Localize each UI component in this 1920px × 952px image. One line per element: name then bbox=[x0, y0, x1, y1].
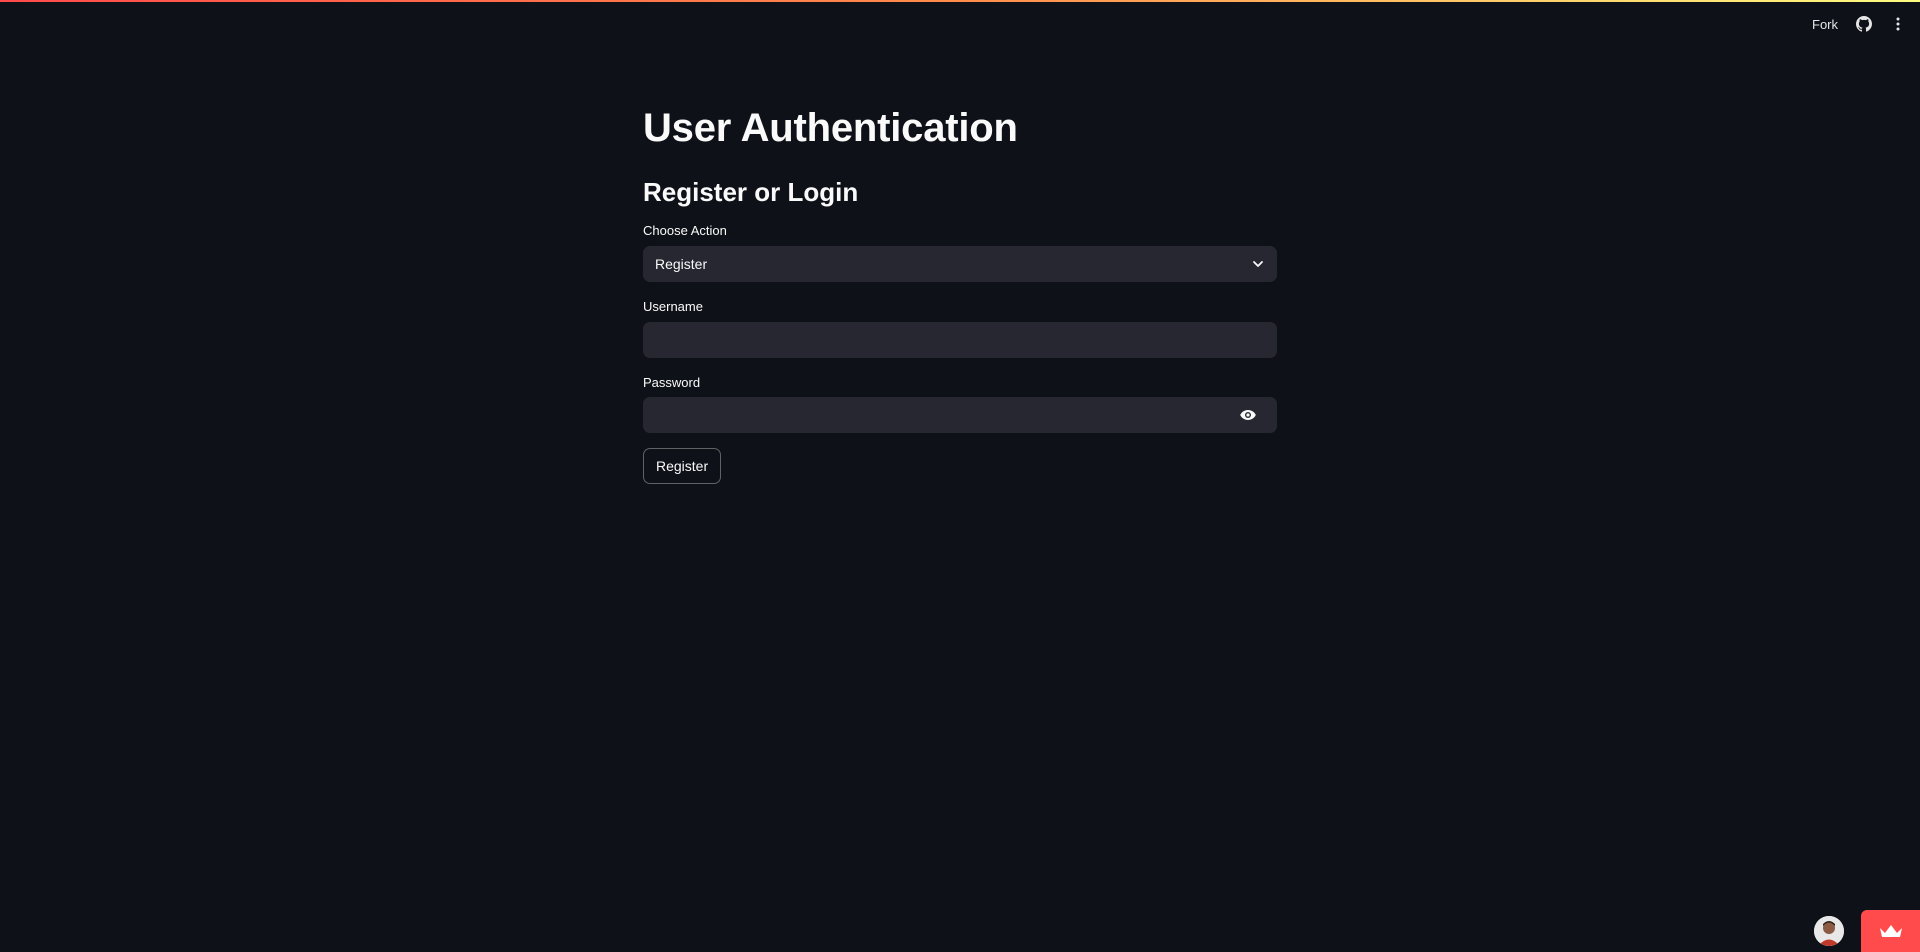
password-label: Password bbox=[643, 375, 701, 390]
streamlit-badge[interactable] bbox=[1861, 910, 1920, 952]
register-button[interactable]: Register bbox=[643, 448, 722, 484]
fork-button[interactable]: Fork bbox=[1810, 15, 1840, 34]
crown-icon bbox=[1879, 925, 1902, 937]
action-select-label: Choose Action bbox=[643, 223, 727, 238]
chevron-down-icon bbox=[1253, 261, 1263, 267]
header-toolbar: Fork bbox=[1810, 14, 1908, 34]
eye-icon[interactable] bbox=[1239, 406, 1257, 424]
action-select[interactable]: Register bbox=[643, 246, 1277, 282]
avatar[interactable] bbox=[1814, 916, 1844, 946]
more-vertical-icon[interactable] bbox=[1888, 14, 1908, 34]
top-decoration-bar bbox=[0, 0, 1920, 2]
section-subtitle: Register or Login bbox=[643, 177, 859, 207]
page-title: User Authentication bbox=[643, 106, 1018, 150]
username-input[interactable] bbox=[643, 322, 1277, 358]
username-label: Username bbox=[643, 299, 703, 314]
password-input[interactable] bbox=[643, 397, 1277, 433]
github-icon[interactable] bbox=[1854, 14, 1874, 34]
action-select-value: Register bbox=[655, 256, 708, 272]
